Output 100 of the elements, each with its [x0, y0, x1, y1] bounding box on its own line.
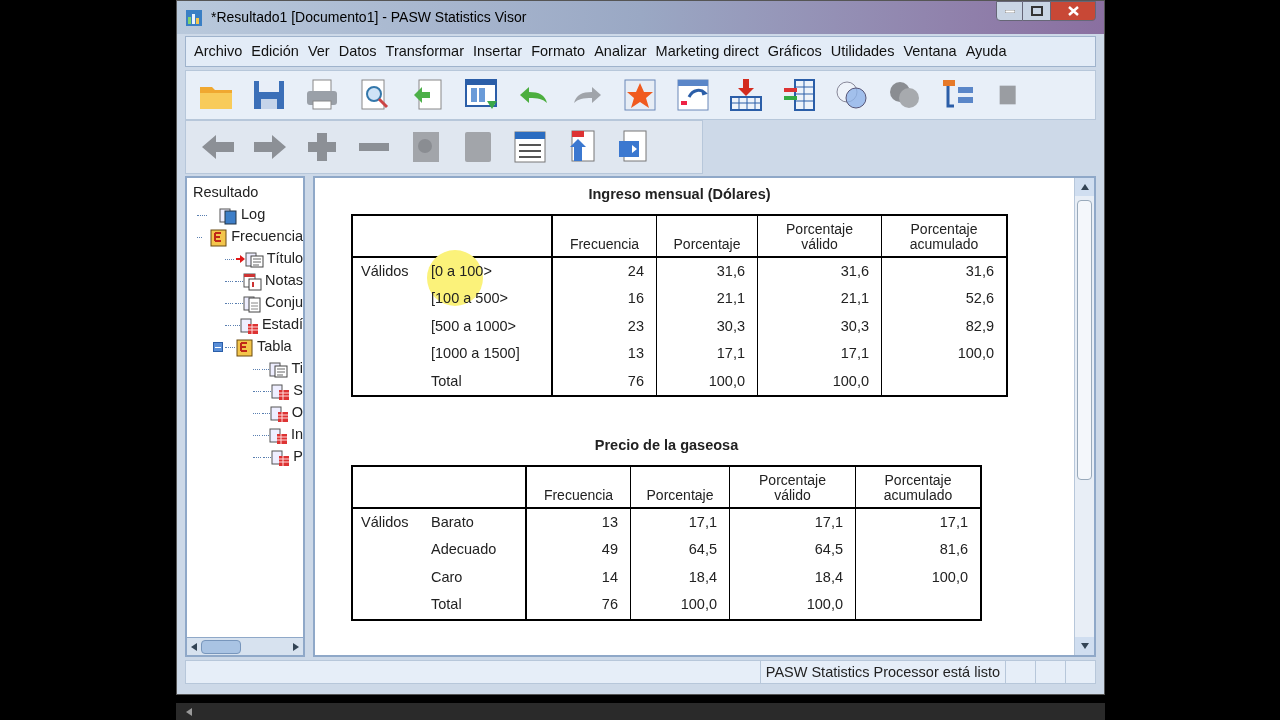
- table-cell-text: 81,6: [939, 540, 968, 560]
- table-cell-text: 30,3: [840, 316, 869, 336]
- table-cell-text: 31,6: [965, 261, 994, 281]
- designated-window-icon[interactable]: [512, 129, 548, 165]
- procedure-node-icon: [209, 227, 229, 247]
- menu-item[interactable]: Edición: [251, 40, 299, 63]
- column-header: Porcentaje: [645, 488, 715, 503]
- log-node-icon: [219, 205, 238, 225]
- table-cell-text: 17,1: [688, 512, 717, 532]
- row-label: [1000 a 1500]: [431, 344, 520, 364]
- table-cell-text: 17,1: [840, 344, 869, 364]
- tree-item[interactable]: P: [293, 446, 303, 468]
- tree-item[interactable]: Log: [241, 204, 266, 226]
- table-cell-text: 100,0: [708, 371, 745, 391]
- tree-item[interactable]: O: [291, 402, 303, 424]
- column-header: Porcentaje válido: [758, 473, 827, 503]
- printer-icon[interactable]: [304, 77, 340, 113]
- table-cell-text: 64,5: [814, 540, 843, 560]
- tree-item[interactable]: S: [293, 380, 303, 402]
- table-node-icon: [271, 447, 291, 467]
- scrollbar-thumb[interactable]: [201, 639, 241, 654]
- table-cell-text: 23: [627, 316, 644, 336]
- column-header: Porcentaje válido: [785, 221, 854, 252]
- menu-item[interactable]: Utilidades: [830, 40, 895, 63]
- scrollbar-thumb[interactable]: [1077, 200, 1092, 480]
- star-grid-icon[interactable]: [622, 77, 658, 113]
- column-header: Frecuencia: [542, 488, 615, 503]
- variables-icon[interactable]: [781, 77, 817, 113]
- table-node-icon: [268, 425, 288, 445]
- row-group-label: Válidos: [361, 513, 409, 530]
- tree-item[interactable]: Ti: [291, 358, 303, 380]
- menu-item[interactable]: Archivo: [194, 40, 243, 63]
- row-label: Total: [431, 371, 462, 391]
- table-cell-text: 17,1: [814, 512, 843, 532]
- procedure-node-icon: [235, 337, 254, 357]
- menu-item[interactable]: Datos: [338, 40, 377, 63]
- row-label: Adecuado: [431, 540, 497, 560]
- table-cell-text: 24: [627, 261, 644, 281]
- horizontal-scrollbar[interactable]: [187, 637, 303, 655]
- tree-item[interactable]: Título: [266, 248, 303, 270]
- close-icon: [1067, 6, 1079, 16]
- table-cell-text: 17,1: [939, 512, 968, 532]
- app-icon: [185, 8, 203, 27]
- tree-item[interactable]: Frecuencia: [231, 226, 303, 248]
- close-button[interactable]: [1050, 1, 1096, 21]
- tree-item[interactable]: Estadí: [261, 314, 303, 336]
- table-cell-text: 76: [627, 371, 644, 391]
- column-header: Frecuencia: [568, 236, 641, 252]
- menu-item[interactable]: Insertar: [473, 40, 523, 63]
- table-cell-text: 18,4: [814, 567, 843, 587]
- maximize-button[interactable]: [1023, 1, 1050, 21]
- row-label: [500 a 1000>: [431, 316, 517, 336]
- collapse-icon[interactable]: [213, 342, 223, 352]
- text-node-icon: [243, 293, 263, 313]
- row-label: Barato: [431, 512, 474, 532]
- tree-item[interactable]: Notas: [265, 270, 303, 292]
- table-cell-text: 82,9: [965, 316, 994, 336]
- table-cell-text: 16: [627, 289, 644, 309]
- table-cell-text: 100,0: [957, 344, 994, 364]
- minimize-icon: [1004, 9, 1015, 13]
- notes-node-icon: [243, 271, 263, 291]
- status-text: PASW Statistics Processor está listo: [759, 661, 1005, 683]
- table-title: Precio de la gaseosa: [594, 436, 739, 456]
- tree-item[interactable]: Tabla: [257, 336, 292, 358]
- tree-item[interactable]: Resultado: [193, 182, 259, 204]
- menu-item[interactable]: Ver: [307, 40, 330, 63]
- title-node-icon: [244, 249, 264, 269]
- menu-item[interactable]: Marketing direct: [655, 40, 759, 63]
- table-cell-text: 21,1: [840, 289, 869, 309]
- menu-item[interactable]: Analizar: [594, 40, 647, 63]
- tree-item[interactable]: In: [290, 424, 303, 446]
- row-label: Caro: [431, 567, 463, 587]
- row-group-label: Válidos: [361, 262, 409, 279]
- menu-item[interactable]: Gráficos: [767, 40, 822, 63]
- table-cell-text: 76: [601, 595, 618, 615]
- column-header: Porcentaje acumulado: [882, 473, 954, 503]
- menu-item[interactable]: Ventana: [903, 40, 957, 63]
- insert-cases-icon[interactable]: [728, 77, 764, 113]
- tree-item[interactable]: Conju: [265, 292, 303, 314]
- vertical-scrollbar[interactable]: [1074, 178, 1094, 655]
- menu-item[interactable]: Formato: [531, 40, 586, 63]
- maximize-icon: [1030, 6, 1043, 16]
- column-header: Porcentaje: [672, 236, 742, 252]
- table-cell-text: 13: [627, 344, 644, 364]
- table-cell-text: 14: [601, 567, 618, 587]
- table-cell-text: 31,6: [840, 261, 869, 281]
- menu-item[interactable]: Transformar: [385, 40, 464, 63]
- minimize-button[interactable]: [996, 1, 1023, 21]
- title-node-icon: [269, 359, 289, 379]
- table-cell-text: 18,4: [688, 567, 717, 587]
- table-cell-text: 21,1: [716, 289, 745, 309]
- window-title: *Resultado1 [Documento1] - PASW Statistics Visor: [211, 8, 527, 27]
- table-node-icon: [271, 381, 291, 401]
- table-cell-text: 100,0: [680, 595, 717, 615]
- table-cell-text: 52,6: [965, 289, 994, 309]
- menu-item[interactable]: Ayuda: [965, 40, 1007, 63]
- table-node-icon: [269, 403, 289, 423]
- table-title: Ingreso mensual (Dólares): [588, 185, 771, 204]
- table-cell-text: 17,1: [716, 344, 745, 364]
- table-cell-text: 64,5: [688, 540, 717, 560]
